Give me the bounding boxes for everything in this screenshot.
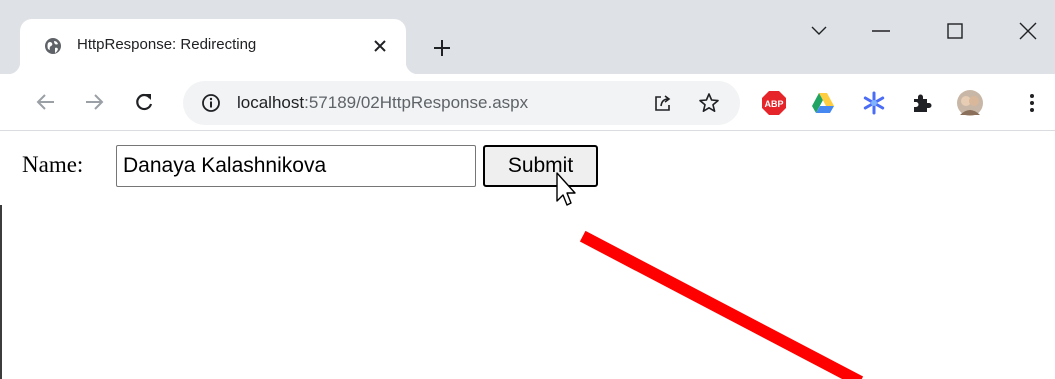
close-icon[interactable] — [369, 35, 391, 57]
more-vert-icon[interactable] — [1018, 89, 1046, 117]
name-input[interactable] — [116, 145, 476, 187]
adblock-plus-icon[interactable]: ABP — [760, 89, 788, 117]
google-drive-icon[interactable] — [809, 89, 837, 117]
minimize-icon[interactable] — [864, 14, 898, 48]
page-edge-divider — [0, 205, 2, 379]
plus-icon[interactable] — [428, 34, 456, 62]
page-content: Name: Submit — [0, 132, 1055, 379]
star-icon[interactable] — [697, 91, 721, 115]
globe-icon — [44, 37, 62, 55]
url-path: :57189/02HttpResponse.aspx — [304, 93, 529, 112]
submit-button[interactable]: Submit — [483, 145, 598, 187]
close-icon[interactable] — [1011, 14, 1045, 48]
profile-avatar[interactable] — [956, 89, 984, 117]
arrow-left-icon[interactable] — [30, 86, 62, 118]
url-host: localhost — [237, 93, 305, 112]
chevron-down-icon[interactable] — [802, 14, 836, 48]
tab-title: HttpResponse: Redirecting — [77, 36, 257, 53]
url-text: localhost:57189/02HttpResponse.aspx — [237, 93, 528, 113]
browser-toolbar: localhost:57189/02HttpResponse.aspx ABP — [0, 74, 1055, 131]
tab-strip: HttpResponse: Redirecting — [0, 0, 1055, 74]
maximize-icon[interactable] — [938, 14, 972, 48]
asterisk-extension-icon[interactable] — [860, 89, 888, 117]
info-icon[interactable] — [201, 93, 221, 113]
browser-tab[interactable]: HttpResponse: Redirecting — [8, 19, 418, 74]
reload-icon[interactable] — [128, 86, 160, 118]
address-bar[interactable]: localhost:57189/02HttpResponse.aspx — [183, 81, 740, 125]
name-label: Name: — [22, 152, 84, 177]
svg-text:ABP: ABP — [764, 99, 783, 109]
arrow-right-icon[interactable] — [78, 86, 110, 118]
mouse-pointer-icon — [553, 171, 579, 209]
puzzle-icon[interactable] — [908, 89, 936, 117]
share-icon[interactable] — [653, 93, 673, 113]
